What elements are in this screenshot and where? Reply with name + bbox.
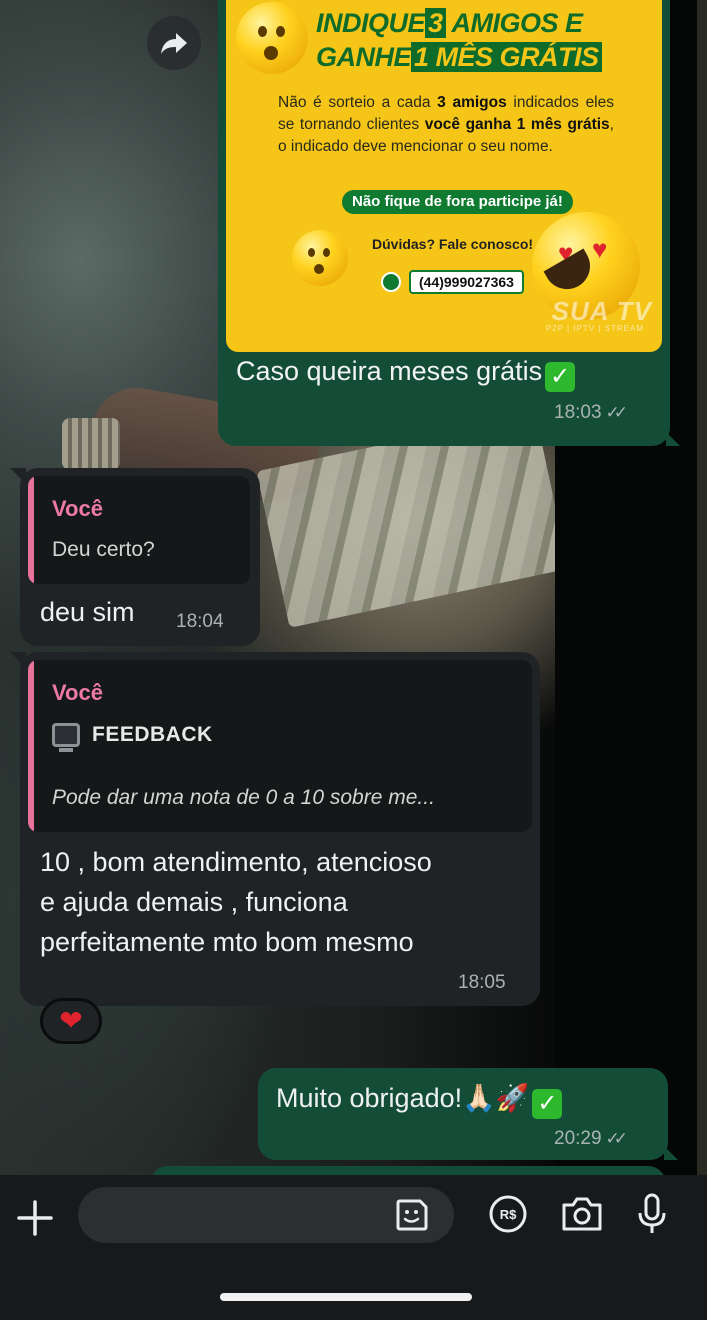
message-caption: Caso queira meses grátis ✓ — [236, 356, 576, 392]
promo-title-line1-b: AMIGOS E — [451, 8, 584, 38]
background-watch — [62, 418, 120, 470]
television-icon — [52, 723, 80, 752]
message-text-line: 10 , bom atendimento, atencioso — [40, 847, 432, 877]
quoted-message[interactable]: Você Deu certo? — [28, 476, 250, 584]
message-input[interactable] — [78, 1187, 454, 1243]
incoming-message[interactable]: Você Deu certo? deu sim 18:04 — [10, 468, 260, 646]
quoted-text: Pode dar uma nota de 0 a 10 sobre me... — [52, 786, 435, 809]
message-emojis: 🙏🏻🚀 — [462, 1083, 530, 1113]
payment-label: R$ — [499, 1206, 517, 1222]
quoted-message[interactable]: Você FEEDBACK Pode dar uma nota de 0 a 1… — [28, 660, 532, 832]
heart-reaction-icon: ❤ — [59, 1005, 83, 1036]
forward-icon — [161, 33, 187, 54]
payment-button[interactable]: R$ — [486, 1192, 530, 1236]
message-text-content: Muito obrigado! — [276, 1083, 463, 1113]
microphone-icon — [638, 1193, 666, 1233]
message-timestamp: 18:05 — [458, 972, 506, 993]
home-indicator[interactable] — [220, 1293, 472, 1301]
message-text-line: e ajuda demais , funciona — [40, 887, 348, 917]
promo-title-highlight: 1 MÊS GRÁTIS — [411, 42, 602, 72]
quoted-text: Deu certo? — [52, 538, 155, 561]
timestamp-text: 18:03 — [554, 402, 602, 423]
promo-brand-subtitle: P2P | IPTV | STREAM — [545, 324, 644, 333]
promo-body: Não é sorteio a cada 3 amigos indicados … — [278, 92, 614, 158]
microphone-button[interactable] — [630, 1192, 674, 1236]
outgoing-message[interactable]: Muito obrigado!🙏🏻🚀 ✓ 20:29 ✓✓ — [258, 1068, 678, 1160]
quoted-title: FEEDBACK — [92, 723, 213, 746]
whatsapp-icon — [381, 272, 401, 292]
promo-brand-logo: SUA TV — [551, 296, 652, 326]
surprised-emoji-large — [236, 2, 308, 74]
promo-questions-text: Dúvidas? Fale conosco! — [372, 236, 534, 252]
promo-body-bold: 3 amigos — [437, 94, 507, 111]
outgoing-image-message[interactable]: INDIQUE 3 AMIGOS E GANHE 1 MÊS GRÁTIS Não … — [218, 0, 680, 446]
promo-title-line2-a: GANHE — [316, 42, 412, 72]
quoted-author: Você — [52, 680, 103, 705]
plus-icon — [17, 1200, 53, 1236]
promo-title-number: 3 — [425, 8, 446, 38]
message-text: deu sim — [40, 597, 135, 627]
message-timestamp: 18:04 — [176, 611, 224, 632]
camera-icon — [562, 1197, 602, 1231]
quoted-author: Você — [52, 496, 103, 521]
message-text: Muito obrigado!🙏🏻🚀 ✓ — [276, 1078, 563, 1119]
check-mark-emoji: ✓ — [545, 362, 576, 392]
read-ticks-icon: ✓✓ — [605, 403, 628, 422]
attach-button[interactable] — [14, 1197, 56, 1239]
camera-button[interactable] — [560, 1192, 604, 1236]
message-text-line: perfeitamente mto bom mesmo — [40, 927, 414, 957]
incoming-message[interactable]: Você FEEDBACK Pode dar uma nota de 0 a 1… — [10, 652, 540, 1006]
timestamp-text: 20:29 — [554, 1128, 602, 1149]
quoted-title-row: FEEDBACK — [52, 723, 213, 752]
caption-text: Caso queira meses grátis — [236, 356, 543, 386]
promo-image[interactable]: INDIQUE 3 AMIGOS E GANHE 1 MÊS GRÁTIS Não … — [226, 0, 662, 352]
message-composer: R$ — [0, 1175, 707, 1320]
promo-cta-pill: Não fique de fora participe já! — [342, 190, 573, 214]
promo-title-line1-a: INDIQUE — [316, 8, 426, 38]
sticker-button[interactable] — [392, 1195, 432, 1235]
read-ticks-icon: ✓✓ — [605, 1129, 628, 1148]
message-timestamp: 18:03 ✓✓ — [554, 402, 628, 424]
screen-edge — [697, 0, 707, 1320]
surprised-emoji-small — [292, 230, 348, 286]
check-mark-emoji: ✓ — [532, 1089, 563, 1119]
sticker-icon — [396, 1199, 428, 1231]
message-reaction[interactable]: ❤ — [40, 998, 102, 1044]
promo-body-part: Não é sorteio a cada — [278, 94, 438, 111]
message-timestamp: 20:29 ✓✓ — [554, 1128, 628, 1150]
promo-phone-number: (44)999027363 — [409, 270, 524, 294]
forward-button[interactable] — [147, 16, 201, 70]
promo-body-bold: você ganha 1 mês grátis — [424, 116, 610, 133]
promo-title: INDIQUE 3 AMIGOS E GANHE 1 MÊS GRÁTIS — [316, 6, 656, 74]
promo-phone: (44)999027363 — [381, 270, 524, 294]
